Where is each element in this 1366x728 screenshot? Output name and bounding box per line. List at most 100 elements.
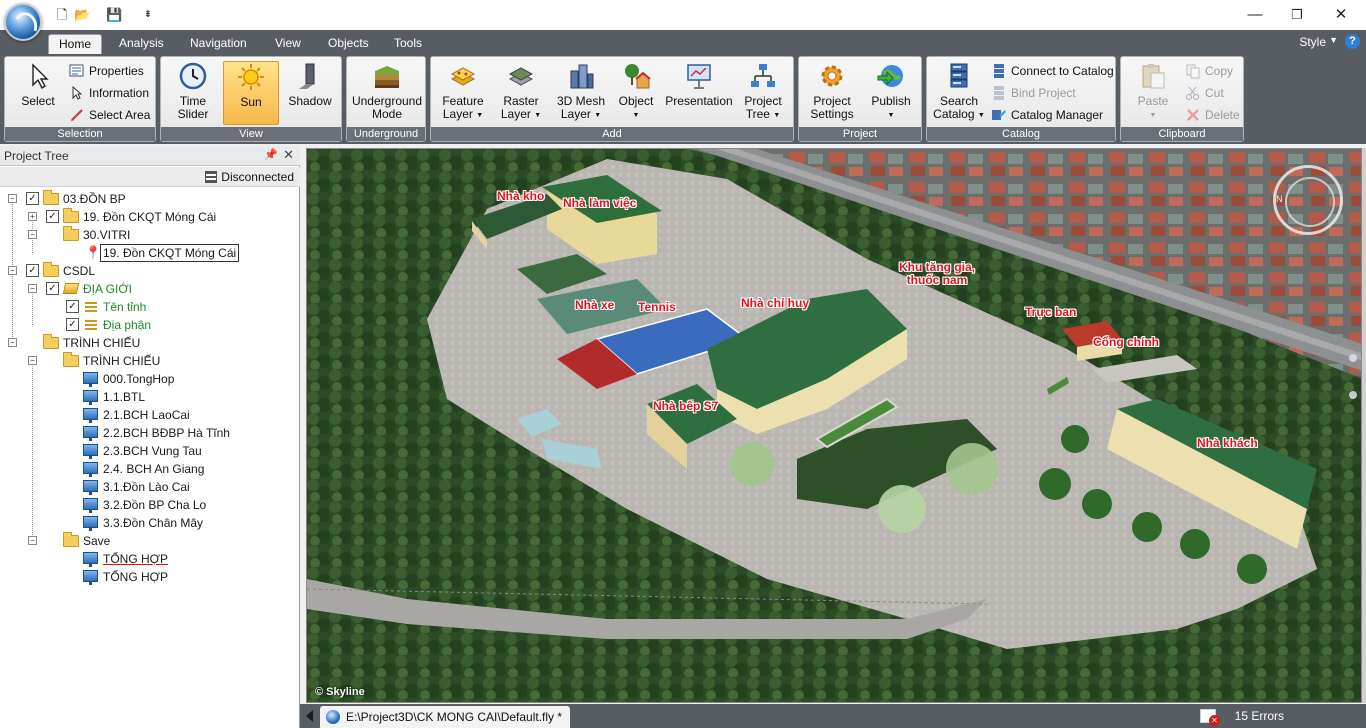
minimize-button[interactable]: — (1232, 0, 1278, 30)
checkbox-checked[interactable]: ✓ (66, 318, 79, 331)
expand-icon[interactable]: + (28, 212, 37, 221)
properties-button[interactable]: Properties (69, 61, 144, 81)
shadow-button[interactable]: Shadow (283, 61, 337, 125)
collapse-icon[interactable]: − (28, 284, 37, 293)
project-tree-button[interactable]: Project Tree ▼ (737, 61, 789, 125)
catalog-manager-button[interactable]: Catalog Manager (991, 105, 1103, 125)
underground-mode-button[interactable]: Underground Mode (349, 61, 425, 125)
map-label-nha-chi-huy[interactable]: Nhà chỉ huy (741, 297, 809, 310)
tab-scroll-left-icon[interactable] (306, 710, 313, 722)
delete-button[interactable]: Delete (1185, 105, 1240, 125)
tab-analysis[interactable]: Analysis (109, 34, 174, 54)
time-slider-button[interactable]: Time Slider (167, 61, 219, 125)
tab-tools[interactable]: Tools (384, 34, 432, 54)
presentation-button[interactable]: Presentation (663, 61, 735, 125)
chevron-down-icon[interactable]: ▼ (1329, 35, 1338, 45)
tree-item[interactable]: 3.2.Đồn BP Cha Lo (0, 496, 298, 514)
tab-view[interactable]: View (265, 34, 311, 54)
tree-item[interactable]: 3.3.Đồn Chân Mây (0, 514, 298, 532)
help-icon[interactable]: ? (1345, 34, 1360, 49)
tree-item[interactable]: 2.1.BCH LaoCai (0, 406, 298, 424)
raster-layer-button[interactable]: Raster Layer ▼ (493, 61, 549, 125)
collapse-icon[interactable]: − (28, 536, 37, 545)
maximize-button[interactable]: ❐ (1274, 0, 1320, 30)
document-tab[interactable]: E:\Project3D\CK MONG CAI\Default.fly * (320, 706, 571, 728)
collapse-icon[interactable]: − (28, 356, 37, 365)
tree-item[interactable]: − TRÌNH CHIẾU (0, 334, 298, 352)
tree-item[interactable]: ✓ Địa phận (0, 316, 298, 334)
error-list-icon[interactable] (1200, 709, 1220, 726)
tree-item[interactable]: − TRÌNH CHIẾU (0, 352, 298, 370)
sun-button[interactable]: Sun (223, 61, 279, 125)
error-count[interactable]: 15 Errors (1235, 709, 1284, 723)
tree-item[interactable]: + ✓ 19. Đồn CKQT Móng Cái (0, 208, 298, 226)
feature-layer-button[interactable]: Feature Layer ▼ (435, 61, 491, 125)
map-label-tennis[interactable]: Tennis (638, 301, 676, 314)
tree-item[interactable]: − ✓ ĐỊA GIỚI (0, 280, 298, 298)
tree-item[interactable]: 000.TongHop (0, 370, 298, 388)
object-button[interactable]: Object ▼ (613, 61, 659, 125)
open-folder-icon[interactable]: 📂 (74, 7, 90, 23)
checkbox-checked[interactable]: ✓ (46, 282, 59, 295)
checkbox-checked[interactable]: ✓ (66, 300, 79, 313)
collapse-icon[interactable]: − (8, 338, 17, 347)
customize-quick-access-icon[interactable]: ⇟ (140, 7, 156, 23)
tree-item[interactable]: − Save (0, 532, 298, 550)
tree-item[interactable]: 2.3.BCH Vung Tau (0, 442, 298, 460)
select-button[interactable]: Select (11, 61, 65, 125)
pin-icon[interactable]: 📌 (264, 148, 278, 161)
map-label-nha-bep[interactable]: Nhà bếp S7 (653, 400, 718, 413)
tab-navigation[interactable]: Navigation (180, 34, 257, 54)
map-label-nha-xe[interactable]: Nhà xe (575, 299, 614, 312)
tree-item[interactable]: − ✓ 03.ĐỒN BP (0, 190, 298, 208)
collapse-icon[interactable]: − (28, 230, 37, 239)
tree-item[interactable]: 1.1.BTL (0, 388, 298, 406)
bind-project-button[interactable]: Bind Project (991, 83, 1076, 103)
3d-mesh-layer-button[interactable]: 3D Mesh Layer ▼ (551, 61, 611, 125)
save-icon[interactable]: 💾 (106, 7, 122, 23)
tree-item[interactable]: 2.2.BCH BĐBP Hà Tĩnh (0, 424, 298, 442)
information-button[interactable]: Information (69, 83, 149, 103)
tree-item[interactable]: TỔNG HỢP (0, 550, 298, 568)
view-scrollbar[interactable] (1362, 148, 1366, 703)
map-label-khu-tang-gia[interactable]: Khu tăng gia, thuốc nam (899, 261, 975, 287)
map-label-truc-ban[interactable]: Trực ban (1025, 306, 1076, 319)
tree-item[interactable]: − ✓ CSDL (0, 262, 298, 280)
search-catalog-button[interactable]: Search Catalog ▼ (931, 61, 987, 125)
paste-button[interactable]: Paste ▼ (1127, 61, 1179, 125)
cut-button[interactable]: Cut (1185, 83, 1224, 103)
tree-item[interactable]: ✓ Tên tỉnh (0, 298, 298, 316)
style-menu[interactable]: Style (1299, 35, 1326, 49)
raster-layer-icon (508, 67, 534, 86)
copy-button[interactable]: Copy (1185, 61, 1233, 81)
nav-handle-icon[interactable] (1349, 391, 1357, 399)
compass-navigation-icon[interactable]: N (1273, 165, 1343, 235)
tree-item[interactable]: TỔNG HỢP (0, 568, 298, 586)
project-settings-button[interactable]: Project Settings (803, 61, 861, 125)
collapse-icon[interactable]: − (8, 266, 17, 275)
app-menu-orb-icon[interactable] (4, 3, 42, 41)
rename-field[interactable]: 19. Đồn CKQT Móng Cái (100, 244, 240, 262)
checkbox-checked[interactable]: ✓ (46, 210, 59, 223)
select-area-button[interactable]: Select Area (69, 105, 150, 125)
collapse-icon[interactable]: − (8, 194, 17, 203)
new-file-icon[interactable]: 🗋 (54, 7, 70, 23)
tree-item[interactable]: 3.1.Đồn Lào Cai (0, 478, 298, 496)
tab-objects[interactable]: Objects (318, 34, 379, 54)
close-icon[interactable]: ✕ (283, 147, 294, 163)
map-label-nha-khach[interactable]: Nhà khách (1197, 437, 1258, 450)
tree-item[interactable]: 2.4. BCH An Giang (0, 460, 298, 478)
tab-home[interactable]: Home (48, 34, 103, 54)
nav-handle-icon[interactable] (1349, 354, 1357, 362)
publish-button[interactable]: Publish ▼ (863, 61, 919, 125)
close-button[interactable]: ✕ (1318, 0, 1364, 30)
map-label-nha-lam-viec[interactable]: Nhà làm việc (563, 197, 636, 210)
map-label-nha-kho[interactable]: Nhà kho (497, 190, 544, 203)
checkbox-checked[interactable]: ✓ (26, 264, 39, 277)
checkbox-checked[interactable]: ✓ (26, 192, 39, 205)
connect-to-catalog-button[interactable]: Connect to Catalog (991, 61, 1114, 81)
tree-item[interactable]: − 30.VITRI (0, 226, 298, 244)
3d-map-view[interactable]: Nhà kho Nhà làm việc Khu tăng gia, thuốc … (306, 148, 1362, 703)
map-label-cong-chinh[interactable]: Cổng chính (1093, 336, 1159, 349)
tree-item[interactable]: 📍 19. Đồn CKQT Móng Cái (0, 244, 298, 262)
